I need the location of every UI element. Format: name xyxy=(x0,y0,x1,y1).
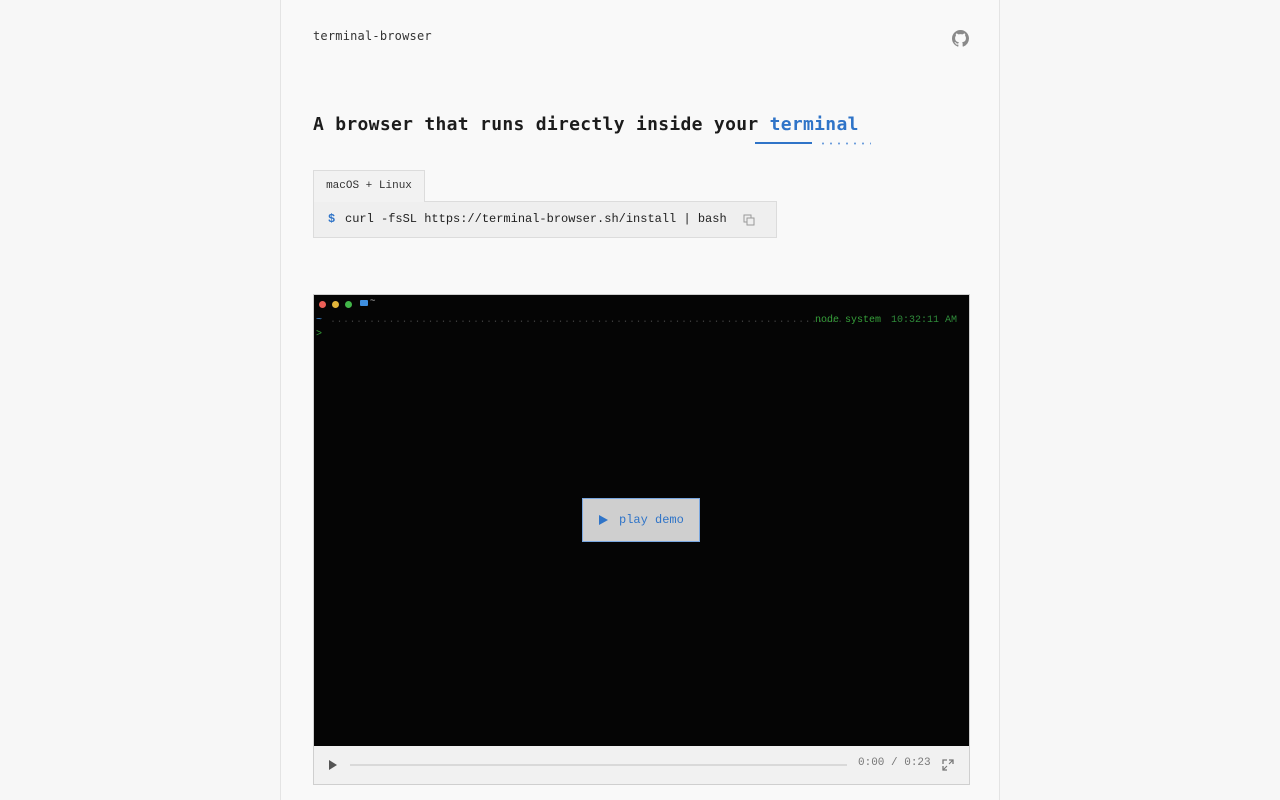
prompt-caret: > xyxy=(316,329,323,340)
play-icon xyxy=(599,515,608,525)
fullscreen-icon[interactable] xyxy=(942,759,954,771)
playback-time: 0:00 / 0:23 xyxy=(858,757,931,769)
headline-dotted-trail xyxy=(819,142,871,145)
terminal-screen: ~ ~ ....................................… xyxy=(314,295,969,746)
headline-underline xyxy=(755,142,812,144)
current-time: 0:00 xyxy=(858,757,885,769)
install-command-box: $ curl -fsSL https://terminal-browser.sh… xyxy=(313,201,777,238)
seek-bar[interactable] xyxy=(350,764,847,766)
install-command[interactable]: curl -fsSL https://terminal-browser.sh/i… xyxy=(345,202,727,237)
play-icon[interactable] xyxy=(329,760,337,770)
total-duration: 0:23 xyxy=(904,757,931,769)
prompt-dots: ........................................… xyxy=(330,315,844,326)
headline-highlight-word: terminal xyxy=(769,114,859,135)
brand-name[interactable]: terminal-browser xyxy=(313,29,432,43)
window-maximize-dot xyxy=(345,301,352,308)
prompt-tilde: ~ xyxy=(316,315,323,326)
terminal-prompt-line: ~ ......................................… xyxy=(316,315,966,327)
folder-icon xyxy=(360,300,368,306)
tab-macos-linux[interactable]: macOS + Linux xyxy=(313,170,425,202)
node-version: node system xyxy=(815,315,882,326)
demo-player: ~ ~ ....................................… xyxy=(313,294,970,785)
github-icon[interactable] xyxy=(952,30,969,47)
terminal-path: ~ xyxy=(370,296,376,306)
headline-text: A browser that runs directly inside your xyxy=(313,114,759,135)
time-separator: / xyxy=(891,757,898,769)
copy-icon[interactable] xyxy=(743,214,755,226)
page-container: terminal-browser A browser that runs dir… xyxy=(280,0,1000,800)
window-minimize-dot xyxy=(332,301,339,308)
play-demo-label: play demo xyxy=(619,513,684,527)
page-headline: A browser that runs directly inside your… xyxy=(313,114,859,135)
shell-prompt: $ xyxy=(328,212,336,226)
window-close-dot xyxy=(319,301,326,308)
player-controls: 0:00 / 0:23 xyxy=(314,746,969,784)
prompt-time: 10:32:11 AM xyxy=(891,315,958,326)
play-demo-button[interactable]: play demo xyxy=(582,498,700,542)
